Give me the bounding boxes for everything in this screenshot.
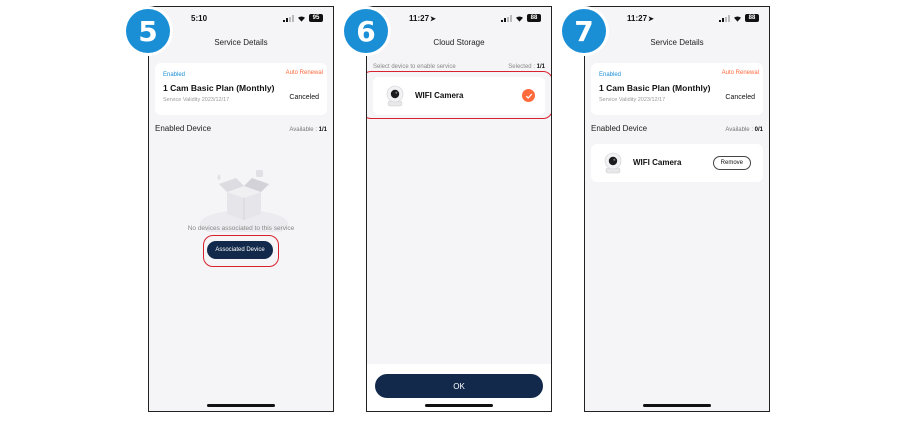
page-title: Service Details [214,38,268,47]
step-badge-7: 7 [562,9,606,53]
home-indicator [643,404,711,407]
plan-name: 1 Cam Basic Plan (Monthly) [599,83,711,93]
page-title: Cloud Storage [433,38,485,47]
remove-button[interactable]: Remove [712,156,751,170]
device-name: WIFI Camera [415,91,464,100]
step-badge-5: 5 [126,9,170,53]
camera-icon [604,152,622,174]
signal-icon [283,14,294,22]
empty-box-icon [200,170,288,232]
wifi-icon [516,15,523,22]
status-bar: 5:10 95 [149,7,333,29]
enabled-device-header: Enabled Device Available : 1/1 [155,124,327,133]
empty-state-text: No devices associated to this service [187,225,295,232]
auto-renewal-link[interactable]: Auto Renewal [718,69,763,77]
status-bar: 11:27➤ 88 [367,7,551,29]
check-circle-icon[interactable] [522,89,535,102]
select-device-hint-row: Select device to enable service Selected… [373,64,545,70]
plan-validity: Service Validity 2023/12/17 [599,97,666,103]
plan-card[interactable]: Enabled Auto Renewal 1 Cam Basic Plan (M… [591,63,763,115]
step-badge-6: 6 [344,9,388,53]
phone-screen-service-details: 5:10 95 Service Details Enabled Auto Ren… [148,6,334,412]
section-title: Enabled Device [155,124,212,133]
auto-renewal-link[interactable]: Auto Renewal [282,69,327,77]
battery-icon: 88 [527,14,541,22]
enabled-tag: Enabled [599,72,622,78]
location-arrow-icon: ➤ [430,15,436,23]
wifi-icon [734,15,741,22]
wifi-icon [298,15,305,22]
signal-icon [501,14,512,22]
plan-status: Canceled [289,94,319,101]
enabled-device-wifi-camera: WIFI Camera Remove [591,144,763,182]
enabled-tag: Enabled [163,72,186,78]
home-indicator [425,404,493,407]
device-name: WIFI Camera [633,158,682,167]
available-count: Available : 0/1 [725,127,763,133]
camera-icon [386,85,404,107]
enabled-device-header: Enabled Device Available : 0/1 [591,124,763,133]
home-indicator [207,404,275,407]
battery-icon: 88 [745,14,759,22]
select-hint: Select device to enable service [373,64,456,70]
status-time: 11:27 [627,13,648,23]
ok-button[interactable]: OK [375,374,543,398]
page-title: Service Details [650,38,704,47]
plan-validity: Service Validity 2023/12/17 [163,97,230,103]
phone-screen-service-details-enabled: 11:27➤ 88 Service Details Enabled Auto R… [584,6,770,412]
status-bar: 11:27➤ 88 [585,7,769,29]
location-arrow-icon: ➤ [648,15,654,23]
battery-icon: 95 [309,14,323,22]
associated-device-button[interactable]: Associated Device [207,241,273,259]
phone-screen-cloud-storage: 11:27➤ 88 Cloud Storage Select device to… [366,6,552,412]
section-title: Enabled Device [591,124,648,133]
plan-card[interactable]: Enabled Auto Renewal 1 Cam Basic Plan (M… [155,63,327,115]
plan-status: Canceled [725,94,755,101]
selected-count: Selected : 1/1 [508,64,545,70]
status-time: 11:27 [409,13,430,23]
signal-icon [719,14,730,22]
status-time: 5:10 [191,13,208,23]
available-count: Available : 1/1 [289,127,327,133]
device-option-wifi-camera[interactable]: WIFI Camera [373,77,545,115]
plan-name: 1 Cam Basic Plan (Monthly) [163,83,275,93]
